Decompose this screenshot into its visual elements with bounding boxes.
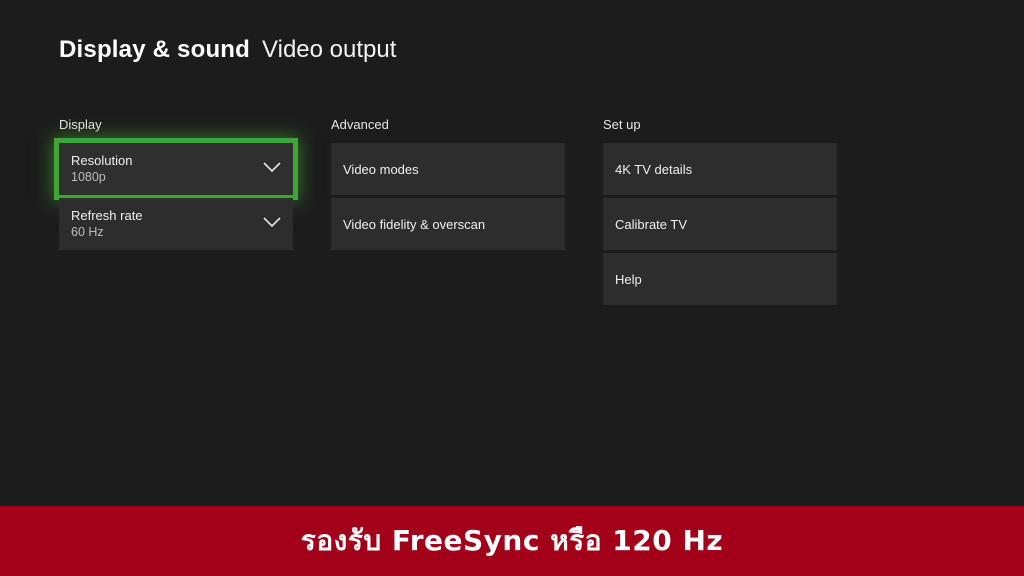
- refresh-rate-value: 60 Hz: [71, 225, 104, 239]
- resolution-label: Resolution: [71, 153, 133, 168]
- caption-banner: รองรับ FreeSync หรือ 120 Hz: [0, 506, 1024, 576]
- refresh-rate-dropdown[interactable]: Refresh rate 60 Hz: [59, 198, 293, 250]
- setup-heading: Set up: [603, 117, 641, 132]
- 4k-tv-details-button[interactable]: 4K TV details: [603, 143, 837, 195]
- advanced-heading: Advanced: [331, 117, 389, 132]
- chevron-down-icon: [263, 217, 281, 228]
- setup-column: Set up 4K TV details Calibrate TV Help: [603, 117, 837, 308]
- page-header: Display & sound Video output: [59, 36, 396, 64]
- page-title: Video output: [262, 36, 397, 63]
- video-fidelity-overscan-button[interactable]: Video fidelity & overscan: [331, 198, 565, 250]
- chevron-down-icon: [263, 162, 281, 173]
- resolution-dropdown[interactable]: Resolution 1080p: [54, 138, 298, 200]
- resolution-value: 1080p: [71, 170, 106, 184]
- section-title: Display & sound: [59, 36, 251, 63]
- video-output-screen: Display & sound Video output Display Res…: [0, 0, 1024, 506]
- caption-text: รองรับ FreeSync หรือ 120 Hz: [300, 524, 724, 557]
- refresh-rate-label: Refresh rate: [71, 208, 143, 223]
- advanced-column: Advanced Video modes Video fidelity & ov…: [331, 117, 565, 253]
- display-column: Display Resolution 1080p Refresh rate 60…: [54, 117, 298, 253]
- help-button[interactable]: Help: [603, 253, 837, 305]
- calibrate-tv-button[interactable]: Calibrate TV: [603, 198, 837, 250]
- display-heading: Display: [59, 117, 102, 132]
- video-modes-button[interactable]: Video modes: [331, 143, 565, 195]
